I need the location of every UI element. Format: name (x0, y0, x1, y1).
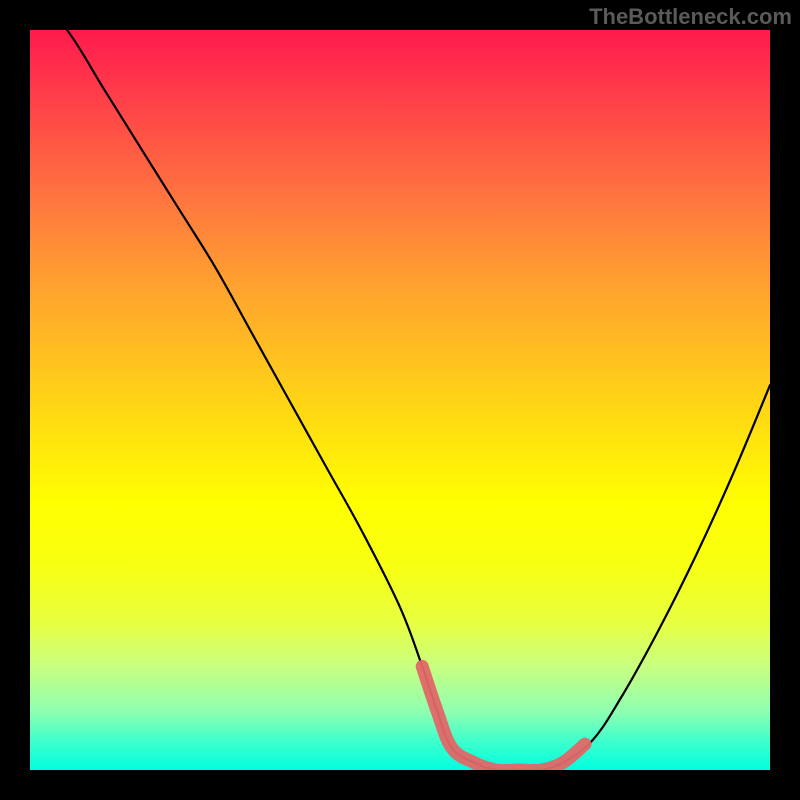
highlight-segment (422, 666, 585, 770)
bottleneck-curve (30, 30, 770, 770)
curve-svg (30, 30, 770, 770)
attribution-text: TheBottleneck.com (589, 4, 792, 30)
plot-area (30, 30, 770, 770)
chart-container: TheBottleneck.com (0, 0, 800, 800)
